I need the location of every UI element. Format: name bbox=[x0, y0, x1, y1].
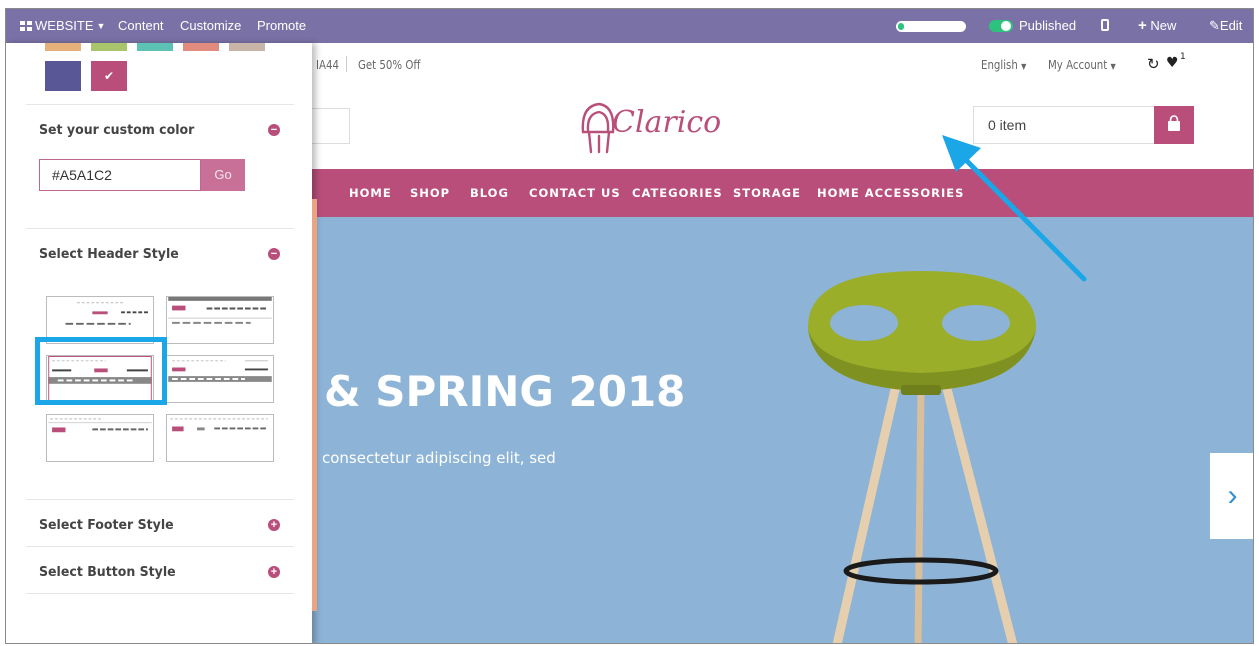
annotation-arrow-icon bbox=[942, 135, 1087, 282]
screenshot-frame: WEBSITE ▼ Content Customize Promote Publi… bbox=[5, 8, 1254, 644]
